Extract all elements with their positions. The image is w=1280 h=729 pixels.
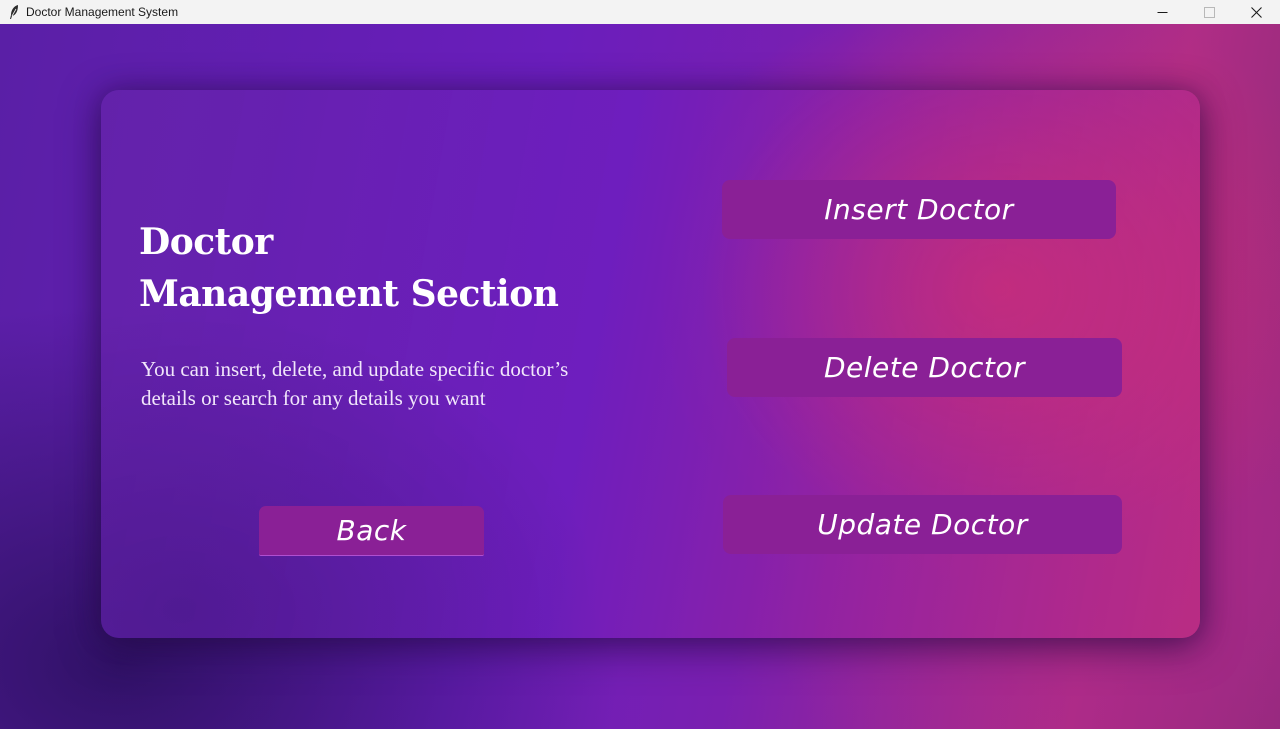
window-title: Doctor Management System bbox=[26, 5, 179, 19]
minimize-button[interactable] bbox=[1139, 0, 1186, 24]
main-content: Doctor Management Section You can insert… bbox=[0, 24, 1280, 729]
insert-doctor-button[interactable]: Insert Doctor bbox=[722, 180, 1116, 239]
app-window: Doctor Management System Doctor Manageme… bbox=[0, 0, 1280, 729]
close-button[interactable] bbox=[1233, 0, 1280, 24]
maximize-icon bbox=[1204, 6, 1215, 18]
update-doctor-button[interactable]: Update Doctor bbox=[723, 495, 1122, 554]
title-bar: Doctor Management System bbox=[0, 0, 1280, 24]
page-title-line-2: Management Section bbox=[139, 273, 559, 315]
delete-doctor-button[interactable]: Delete Doctor bbox=[727, 338, 1122, 397]
maximize-button[interactable] bbox=[1186, 0, 1233, 24]
section-description: You can insert, delete, and update speci… bbox=[141, 357, 569, 410]
back-button[interactable]: Back bbox=[259, 506, 484, 556]
close-icon bbox=[1251, 6, 1262, 18]
page-title: Doctor Management Section bbox=[139, 216, 559, 320]
page-title-line-1: Doctor bbox=[139, 221, 273, 263]
feather-icon bbox=[7, 4, 21, 20]
minimize-icon bbox=[1157, 11, 1168, 13]
window-controls bbox=[1139, 0, 1280, 24]
